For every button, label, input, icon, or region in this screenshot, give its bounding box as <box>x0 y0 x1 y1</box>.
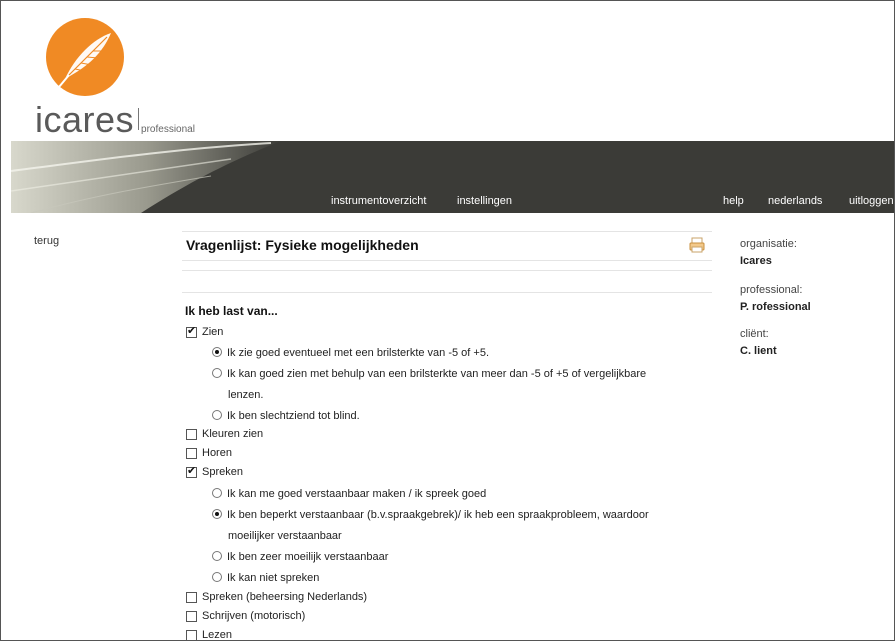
divider <box>182 292 712 293</box>
question-label: Kleuren zien <box>202 428 264 440</box>
nav-instellingen[interactable]: instellingen <box>457 195 512 207</box>
option-spreken-3[interactable]: Ik ben zeer moeilijk verstaanbaar <box>212 547 712 568</box>
question-spreken[interactable]: Spreken <box>186 464 243 478</box>
option-zien-2[interactable]: Ik kan goed zien met behulp van een bril… <box>212 364 712 406</box>
radio-spreken-2[interactable] <box>212 509 222 519</box>
option-spreken-2[interactable]: Ik ben beperkt verstaanbaar (b.v.spraakg… <box>212 505 712 547</box>
radio-spreken-1[interactable] <box>212 488 222 498</box>
question-schrijven[interactable]: Schrijven (motorisch) <box>186 610 305 622</box>
option-zien-1[interactable]: Ik zie goed eventueel met een brilsterkt… <box>212 343 712 364</box>
professional-label: professional: <box>740 284 803 296</box>
option-label: Ik kan niet spreken <box>227 572 320 584</box>
radio-spreken-3[interactable] <box>212 551 222 561</box>
checkbox-lezen[interactable] <box>186 629 197 640</box>
client-label: cliënt: <box>740 328 769 340</box>
question-label: Horen <box>202 447 232 459</box>
radio-zien-2[interactable] <box>212 368 222 378</box>
checkbox-horen[interactable] <box>186 447 197 459</box>
question-label: Spreken (beheersing Nederlands) <box>202 591 368 603</box>
banner-feather-image <box>11 141 281 213</box>
question-label: Lezen <box>202 629 232 641</box>
option-label-cont: moeilijker verstaanbaar <box>228 530 342 542</box>
organisation-value: Icares <box>740 255 772 267</box>
question-lezen[interactable]: Lezen <box>186 629 232 641</box>
header-banner: instrumentoverzicht instellingen help ne… <box>11 141 894 213</box>
question-label: Spreken <box>202 466 243 478</box>
questionnaire-header: Vragenlijst: Fysieke mogelijkheden <box>182 231 712 261</box>
question-horen[interactable]: Horen <box>186 447 232 459</box>
divider <box>182 270 712 271</box>
option-label: Ik kan goed zien met behulp van een bril… <box>227 368 647 380</box>
nav-language[interactable]: nederlands <box>768 195 822 207</box>
print-icon[interactable] <box>688 236 706 254</box>
feather-logo-icon <box>46 18 124 96</box>
checkbox-kleuren[interactable] <box>186 428 197 440</box>
nav-instrumentoverzicht[interactable]: instrumentoverzicht <box>331 195 426 207</box>
checkbox-spreken-nl[interactable] <box>186 591 197 603</box>
option-spreken-4[interactable]: Ik kan niet spreken <box>212 568 712 589</box>
brand-logo[interactable]: icares professional <box>31 17 271 140</box>
section-title: Ik heb last van... <box>185 304 278 318</box>
option-spreken-1[interactable]: Ik kan me goed verstaanbaar maken / ik s… <box>212 484 712 505</box>
question-kleuren[interactable]: Kleuren zien <box>186 428 263 440</box>
radio-spreken-4[interactable] <box>212 572 222 582</box>
option-label: Ik ben zeer moeilijk verstaanbaar <box>227 551 389 563</box>
brand-wordmark: icares professional <box>35 99 195 140</box>
option-label: Ik zie goed eventueel met een brilsterkt… <box>227 347 490 359</box>
checkbox-schrijven[interactable] <box>186 610 197 622</box>
nav-help[interactable]: help <box>723 195 744 207</box>
checkbox-spreken[interactable] <box>186 464 197 478</box>
option-label: Ik ben slechtziend tot blind. <box>227 410 360 422</box>
option-label: Ik ben beperkt verstaanbaar (b.v.spraakg… <box>227 509 649 521</box>
page-title: Vragenlijst: Fysieke mogelijkheden <box>186 237 419 253</box>
radio-zien-1[interactable] <box>212 347 222 357</box>
organisation-label: organisatie: <box>740 238 797 250</box>
option-label: Ik kan me goed verstaanbaar maken / ik s… <box>227 488 487 500</box>
option-label-cont: lenzen. <box>228 389 264 401</box>
checkbox-zien[interactable] <box>186 324 197 338</box>
radio-zien-3[interactable] <box>212 410 222 420</box>
option-zien-3[interactable]: Ik ben slechtziend tot blind. <box>212 406 712 427</box>
professional-value: P. rofessional <box>740 301 811 313</box>
question-spreken-nl[interactable]: Spreken (beheersing Nederlands) <box>186 591 367 603</box>
client-value: C. lient <box>740 345 777 357</box>
nav-logout[interactable]: uitloggen <box>849 195 894 207</box>
back-link[interactable]: terug <box>34 235 59 247</box>
question-label: Schrijven (motorisch) <box>202 610 306 622</box>
page-frame: icares professional instrumentoverzicht i… <box>0 0 895 641</box>
question-zien[interactable]: Zien <box>186 324 224 338</box>
question-label: Zien <box>202 326 224 338</box>
